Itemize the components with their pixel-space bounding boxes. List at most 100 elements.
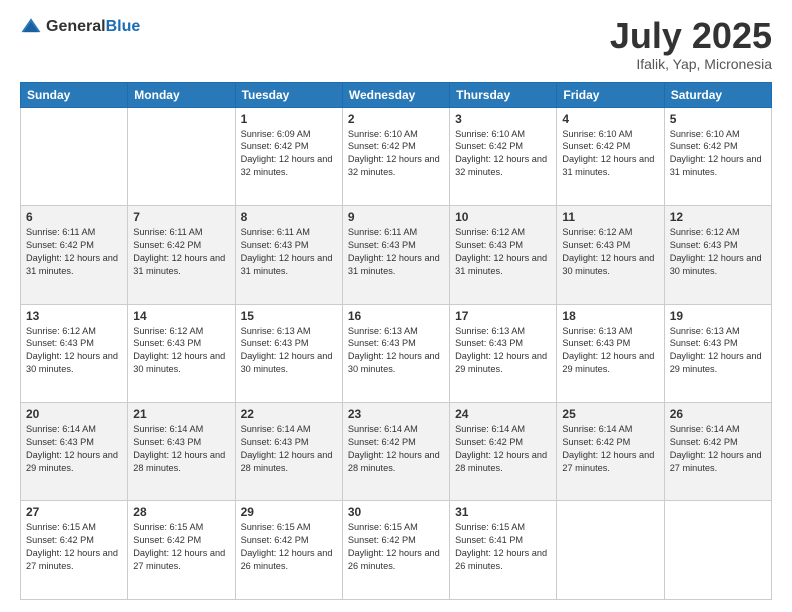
day-number: 2	[348, 112, 444, 126]
day-info: Sunrise: 6:09 AM Sunset: 6:42 PM Dayligh…	[241, 128, 337, 180]
subtitle: Ifalik, Yap, Micronesia	[610, 56, 772, 72]
week-row-5: 27 Sunrise: 6:15 AM Sunset: 6:42 PM Dayli…	[21, 501, 772, 600]
week-row-2: 6 Sunrise: 6:11 AM Sunset: 6:42 PM Daylig…	[21, 206, 772, 304]
table-cell: 2 Sunrise: 6:10 AM Sunset: 6:42 PM Daylig…	[342, 107, 449, 205]
day-info: Sunrise: 6:15 AM Sunset: 6:42 PM Dayligh…	[348, 521, 444, 573]
day-number: 6	[26, 210, 122, 224]
calendar-header-row: Sunday Monday Tuesday Wednesday Thursday…	[21, 82, 772, 107]
table-cell: 19Sunrise: 6:13 AM Sunset: 6:43 PM Dayli…	[664, 304, 771, 402]
day-info: Sunrise: 6:14 AM Sunset: 6:43 PM Dayligh…	[26, 423, 122, 475]
table-cell: 9Sunrise: 6:11 AM Sunset: 6:43 PM Daylig…	[342, 206, 449, 304]
col-monday: Monday	[128, 82, 235, 107]
day-number: 4	[562, 112, 658, 126]
page: GeneralBlue July 2025 Ifalik, Yap, Micro…	[0, 0, 792, 612]
col-sunday: Sunday	[21, 82, 128, 107]
table-cell: 18 Sunrise: 6:13 AM Sunset: 6:43 PM Dayli…	[557, 304, 664, 402]
day-info: Sunrise: 6:10 AM Sunset: 6:42 PM Dayligh…	[348, 128, 444, 180]
logo-general: GeneralBlue	[46, 18, 140, 36]
day-info: Sunrise: 6:13 AM Sunset: 6:43 PM Dayligh…	[670, 325, 766, 377]
day-info: Sunrise: 6:14 AM Sunset: 6:42 PM Dayligh…	[670, 423, 766, 475]
day-info: Sunrise: 6:14 AM Sunset: 6:42 PM Dayligh…	[455, 423, 551, 475]
day-info: Sunrise: 6:14 AM Sunset: 6:43 PM Dayligh…	[133, 423, 229, 475]
main-title: July 2025	[610, 16, 772, 56]
table-cell: 30 Sunrise: 6:15 AM Sunset: 6:42 PM Dayli…	[342, 501, 449, 600]
day-number: 15	[241, 309, 337, 323]
day-number: 27	[26, 505, 122, 519]
day-info: Sunrise: 6:12 AM Sunset: 6:43 PM Dayligh…	[670, 226, 766, 278]
table-cell: 16 Sunrise: 6:13 AM Sunset: 6:43 PM Dayli…	[342, 304, 449, 402]
day-number: 24	[455, 407, 551, 421]
col-thursday: Thursday	[450, 82, 557, 107]
week-row-1: 1Sunrise: 6:09 AM Sunset: 6:42 PM Daylig…	[21, 107, 772, 205]
day-number: 12	[670, 210, 766, 224]
week-row-4: 20 Sunrise: 6:14 AM Sunset: 6:43 PM Dayli…	[21, 403, 772, 501]
table-cell: 8 Sunrise: 6:11 AM Sunset: 6:43 PM Daylig…	[235, 206, 342, 304]
day-number: 10	[455, 210, 551, 224]
table-cell: 14 Sunrise: 6:12 AM Sunset: 6:43 PM Dayli…	[128, 304, 235, 402]
week-row-3: 13Sunrise: 6:12 AM Sunset: 6:43 PM Dayli…	[21, 304, 772, 402]
table-cell: 21 Sunrise: 6:14 AM Sunset: 6:43 PM Dayli…	[128, 403, 235, 501]
table-cell: 26 Sunrise: 6:14 AM Sunset: 6:42 PM Dayli…	[664, 403, 771, 501]
logo-icon	[20, 16, 42, 38]
day-info: Sunrise: 6:11 AM Sunset: 6:43 PM Dayligh…	[241, 226, 337, 278]
day-number: 9	[348, 210, 444, 224]
day-number: 20	[26, 407, 122, 421]
day-number: 7	[133, 210, 229, 224]
day-info: Sunrise: 6:15 AM Sunset: 6:42 PM Dayligh…	[133, 521, 229, 573]
table-cell: 25Sunrise: 6:14 AM Sunset: 6:42 PM Dayli…	[557, 403, 664, 501]
table-cell: 12 Sunrise: 6:12 AM Sunset: 6:43 PM Dayli…	[664, 206, 771, 304]
day-info: Sunrise: 6:14 AM Sunset: 6:42 PM Dayligh…	[348, 423, 444, 475]
day-info: Sunrise: 6:12 AM Sunset: 6:43 PM Dayligh…	[133, 325, 229, 377]
table-cell	[21, 107, 128, 205]
table-cell: 17Sunrise: 6:13 AM Sunset: 6:43 PM Dayli…	[450, 304, 557, 402]
day-info: Sunrise: 6:15 AM Sunset: 6:41 PM Dayligh…	[455, 521, 551, 573]
day-number: 5	[670, 112, 766, 126]
day-number: 29	[241, 505, 337, 519]
table-cell: 27Sunrise: 6:15 AM Sunset: 6:42 PM Dayli…	[21, 501, 128, 600]
table-cell: 29 Sunrise: 6:15 AM Sunset: 6:42 PM Dayli…	[235, 501, 342, 600]
day-info: Sunrise: 6:11 AM Sunset: 6:42 PM Dayligh…	[133, 226, 229, 278]
day-info: Sunrise: 6:13 AM Sunset: 6:43 PM Dayligh…	[348, 325, 444, 377]
table-cell: 28 Sunrise: 6:15 AM Sunset: 6:42 PM Dayli…	[128, 501, 235, 600]
day-number: 8	[241, 210, 337, 224]
table-cell: 20 Sunrise: 6:14 AM Sunset: 6:43 PM Dayli…	[21, 403, 128, 501]
day-number: 11	[562, 210, 658, 224]
table-cell: 31 Sunrise: 6:15 AM Sunset: 6:41 PM Dayli…	[450, 501, 557, 600]
table-cell: 13Sunrise: 6:12 AM Sunset: 6:43 PM Dayli…	[21, 304, 128, 402]
col-friday: Friday	[557, 82, 664, 107]
col-wednesday: Wednesday	[342, 82, 449, 107]
logo: GeneralBlue	[20, 16, 140, 38]
day-info: Sunrise: 6:12 AM Sunset: 6:43 PM Dayligh…	[562, 226, 658, 278]
day-number: 16	[348, 309, 444, 323]
table-cell: 7 Sunrise: 6:11 AM Sunset: 6:42 PM Daylig…	[128, 206, 235, 304]
day-info: Sunrise: 6:10 AM Sunset: 6:42 PM Dayligh…	[562, 128, 658, 180]
table-cell: 4 Sunrise: 6:10 AM Sunset: 6:42 PM Daylig…	[557, 107, 664, 205]
table-cell	[557, 501, 664, 600]
title-block: July 2025 Ifalik, Yap, Micronesia	[610, 16, 772, 72]
day-number: 14	[133, 309, 229, 323]
table-cell: 1Sunrise: 6:09 AM Sunset: 6:42 PM Daylig…	[235, 107, 342, 205]
day-number: 30	[348, 505, 444, 519]
col-saturday: Saturday	[664, 82, 771, 107]
day-number: 18	[562, 309, 658, 323]
table-cell: 3Sunrise: 6:10 AM Sunset: 6:42 PM Daylig…	[450, 107, 557, 205]
day-info: Sunrise: 6:13 AM Sunset: 6:43 PM Dayligh…	[241, 325, 337, 377]
day-info: Sunrise: 6:15 AM Sunset: 6:42 PM Dayligh…	[241, 521, 337, 573]
table-cell: 23 Sunrise: 6:14 AM Sunset: 6:42 PM Dayli…	[342, 403, 449, 501]
day-number: 28	[133, 505, 229, 519]
day-number: 21	[133, 407, 229, 421]
table-cell: 10 Sunrise: 6:12 AM Sunset: 6:43 PM Dayli…	[450, 206, 557, 304]
day-info: Sunrise: 6:10 AM Sunset: 6:42 PM Dayligh…	[670, 128, 766, 180]
day-number: 22	[241, 407, 337, 421]
day-info: Sunrise: 6:12 AM Sunset: 6:43 PM Dayligh…	[26, 325, 122, 377]
day-info: Sunrise: 6:13 AM Sunset: 6:43 PM Dayligh…	[562, 325, 658, 377]
day-number: 23	[348, 407, 444, 421]
table-cell: 22 Sunrise: 6:14 AM Sunset: 6:43 PM Dayli…	[235, 403, 342, 501]
day-info: Sunrise: 6:14 AM Sunset: 6:43 PM Dayligh…	[241, 423, 337, 475]
table-cell: 11 Sunrise: 6:12 AM Sunset: 6:43 PM Dayli…	[557, 206, 664, 304]
day-info: Sunrise: 6:10 AM Sunset: 6:42 PM Dayligh…	[455, 128, 551, 180]
day-number: 26	[670, 407, 766, 421]
day-info: Sunrise: 6:11 AM Sunset: 6:42 PM Dayligh…	[26, 226, 122, 278]
day-info: Sunrise: 6:12 AM Sunset: 6:43 PM Dayligh…	[455, 226, 551, 278]
day-number: 31	[455, 505, 551, 519]
